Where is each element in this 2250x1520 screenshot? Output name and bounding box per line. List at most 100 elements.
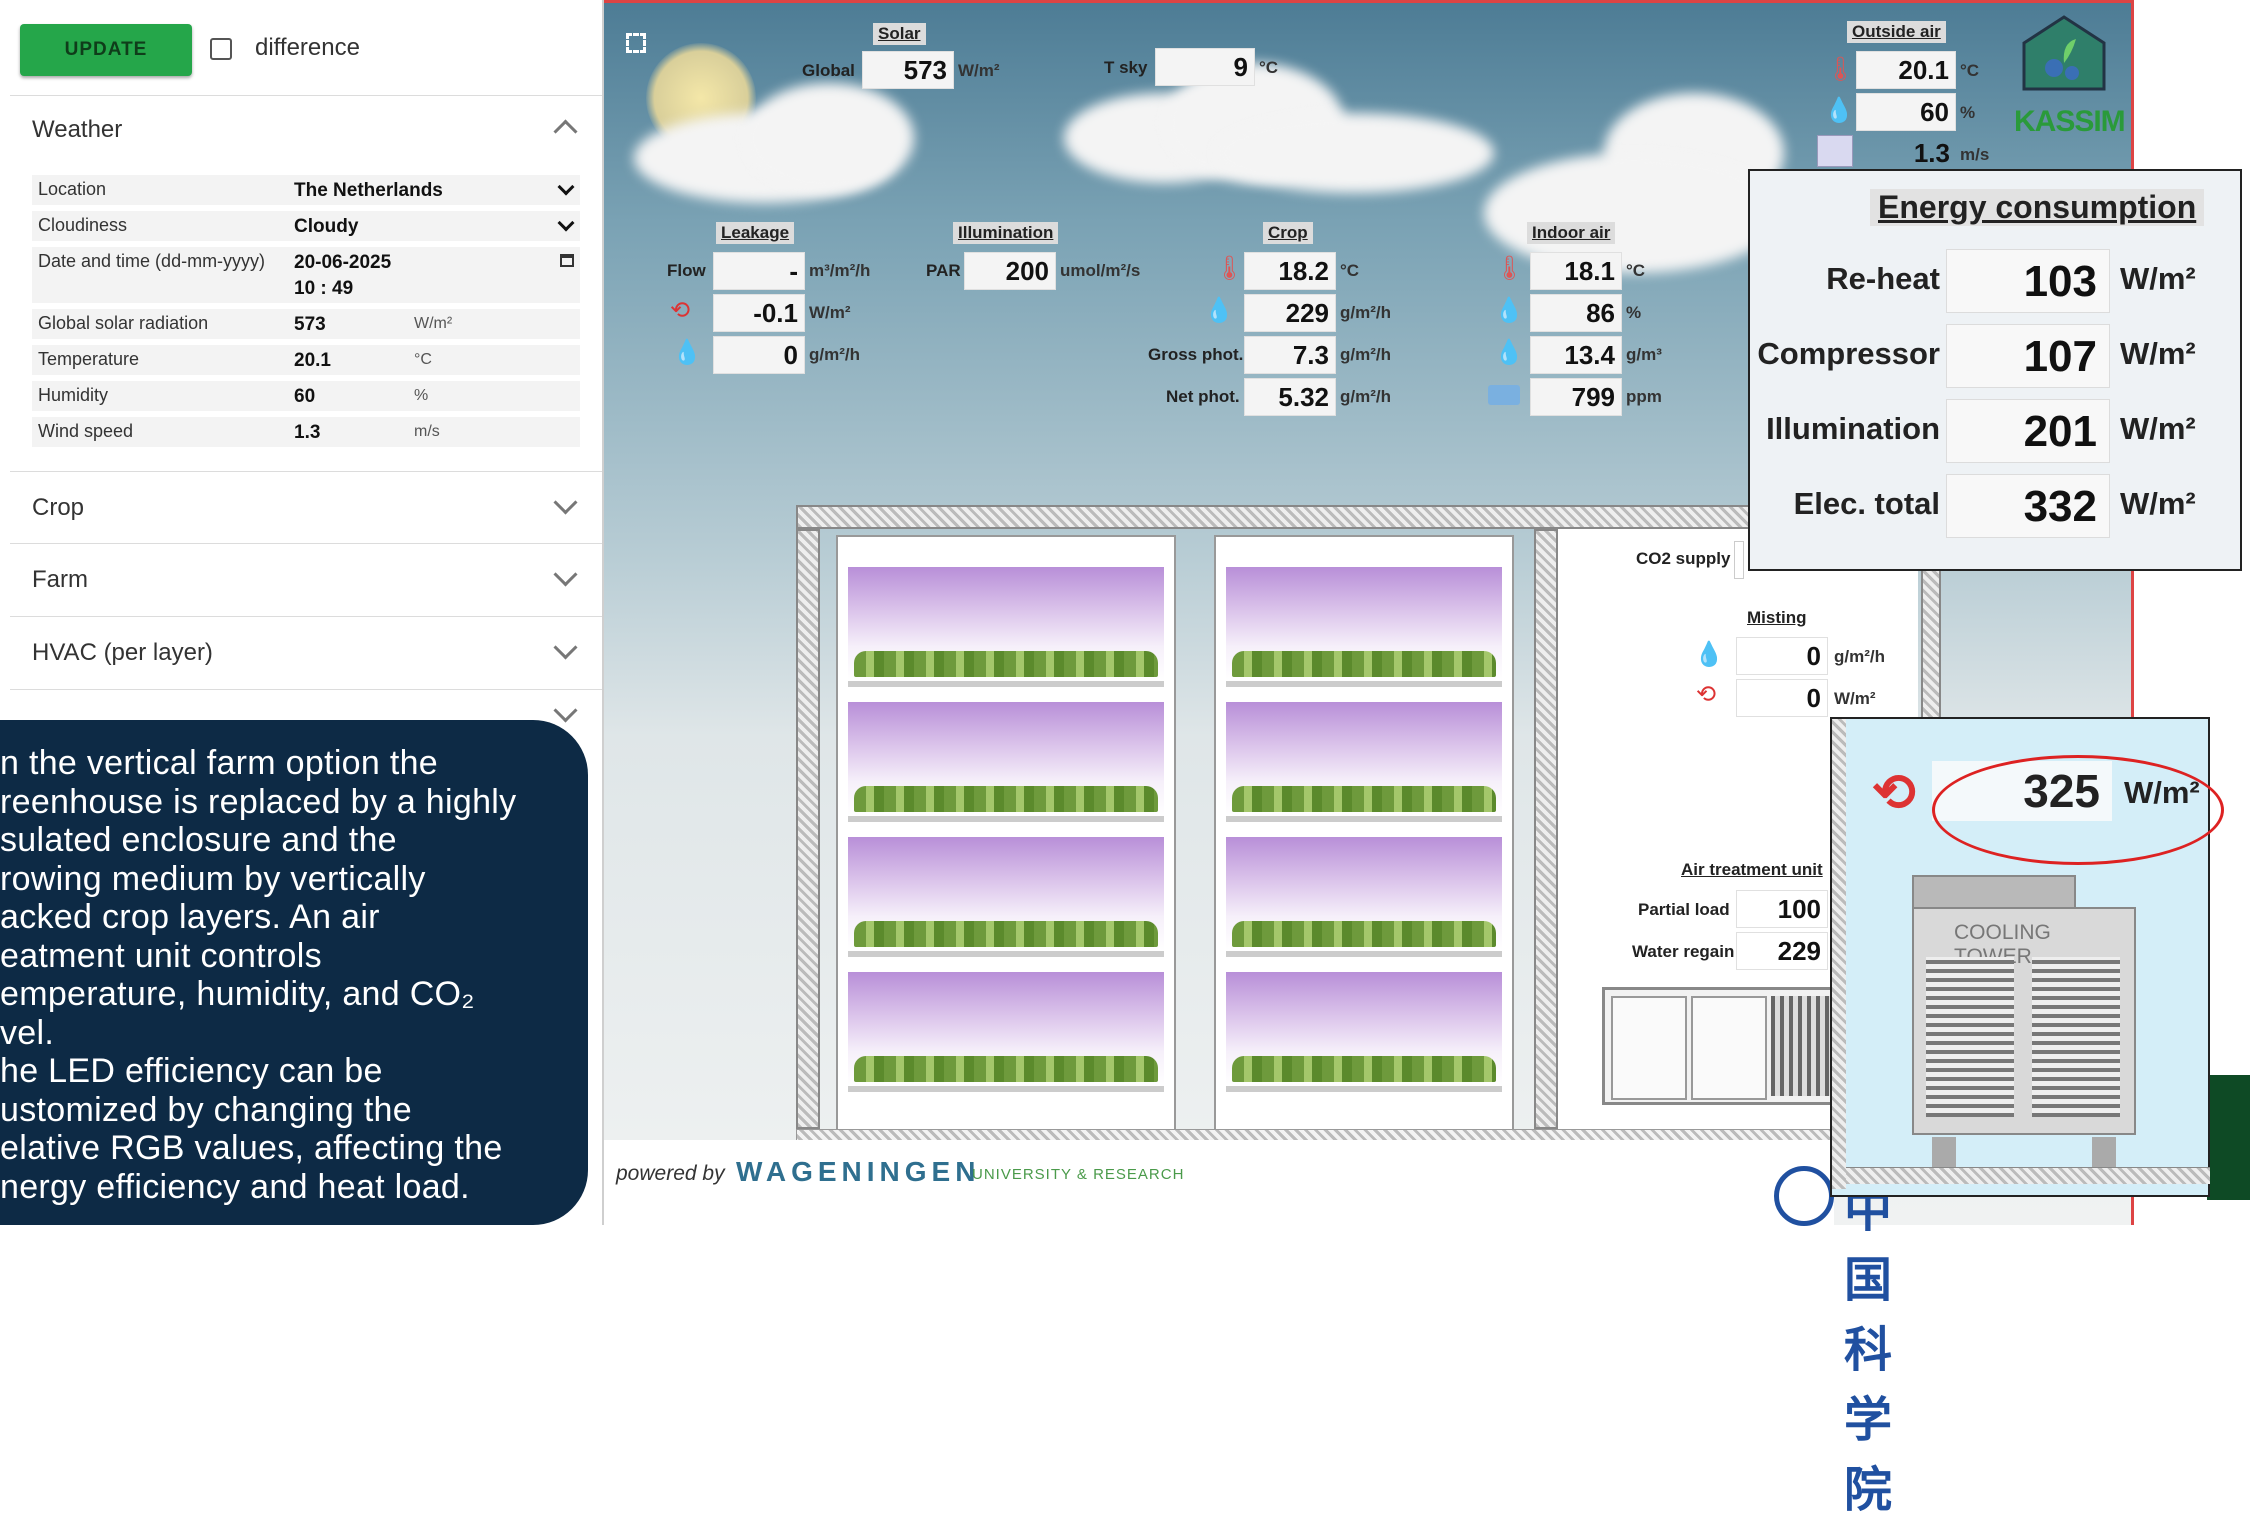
calendar-icon[interactable] <box>560 254 574 267</box>
thermometer-icon: 🌡 <box>1825 56 1856 83</box>
crop-section-title: Crop <box>32 494 85 521</box>
net-phot-unit: g/m²/h <box>1340 387 1391 406</box>
weather-row-location[interactable]: Location The Netherlands <box>32 175 580 205</box>
leakage-title: Leakage <box>716 222 795 244</box>
thermometer-icon: 🌡 <box>1494 255 1525 282</box>
fullscreen-icon[interactable] <box>626 33 646 53</box>
solar-input[interactable]: 573 <box>294 314 326 336</box>
tsky-unit: °C <box>1259 58 1279 77</box>
chevron-down-icon <box>553 635 578 660</box>
heat-exchange-icon: ⟲ <box>1696 681 1717 708</box>
plants <box>854 651 1158 677</box>
outside-temp-value: 20.1 <box>1856 51 1956 89</box>
solar-title: Solar <box>873 23 926 45</box>
crop-layer <box>1226 702 1502 822</box>
indoor-temp-unit: °C <box>1626 261 1646 280</box>
elec-total-label: Elec. total <box>1793 486 1940 521</box>
leakage-heat-value: -0.1 <box>713 294 805 332</box>
illumination-energy-value: 201 <box>1946 399 2110 463</box>
wind-unit: m/s <box>414 423 440 440</box>
par-unit: umol/m²/s <box>1060 261 1141 280</box>
wind-input[interactable]: 1.3 <box>294 422 320 444</box>
chevron-up-icon <box>553 119 578 144</box>
indoor-rh-unit: % <box>1626 303 1642 322</box>
unit-panel <box>1691 996 1767 1100</box>
misting-title: Misting <box>1747 608 1807 627</box>
crop-temp-value: 18.2 <box>1244 252 1336 290</box>
kassim-logo: KASSIM <box>2014 13 2126 138</box>
plants <box>854 786 1158 812</box>
chevron-down-icon[interactable] <box>557 178 575 196</box>
tower-grille <box>2032 957 2120 1117</box>
plants <box>1232 651 1496 677</box>
misting-water-unit: g/m²/h <box>1834 647 1885 666</box>
date-value: 20-06-2025 <box>294 252 392 273</box>
outside-humidity-unit: % <box>1960 103 1976 122</box>
wind-label: Wind speed <box>38 421 134 441</box>
crop-rack-left <box>836 535 1176 1135</box>
tsky-label: T sky <box>1104 58 1148 77</box>
weather-row-temperature[interactable]: Temperature 20.1 °C <box>32 345 580 375</box>
flow-label: Flow <box>667 261 706 280</box>
weather-row-humidity[interactable]: Humidity 60 % <box>32 381 580 411</box>
chevron-down-icon <box>553 698 578 723</box>
update-button[interactable]: UPDATE <box>20 24 192 76</box>
unit-panel <box>1611 996 1687 1100</box>
humidity-input[interactable]: 60 <box>294 386 315 408</box>
par-value: 200 <box>964 252 1056 290</box>
cas-emblem-icon <box>1774 1166 1834 1226</box>
footer: powered by WAGENINGEN UNIVERSITY & RESEA… <box>604 1140 1892 1517</box>
crop-section-header[interactable]: Crop <box>10 471 602 543</box>
temperature-input[interactable]: 20.1 <box>294 350 331 372</box>
outside-air-title: Outside air <box>1847 21 1946 43</box>
crop-layer <box>1226 837 1502 957</box>
droplet-icon: 💧 <box>672 339 702 366</box>
par-label: PAR <box>926 261 961 280</box>
weather-row-cloudiness[interactable]: Cloudiness Cloudy <box>32 211 580 241</box>
cloudiness-value: Cloudy <box>294 216 359 237</box>
crop-temp-unit: °C <box>1340 261 1360 280</box>
crop-transp-value: 229 <box>1244 294 1336 332</box>
cas-logo-text: 中国科学院 <box>1844 1184 1897 1517</box>
droplet-icon: 💧 <box>1494 339 1524 366</box>
temperature-label: Temperature <box>38 349 140 369</box>
cloud-shape <box>1214 113 1494 193</box>
wageningen-subtitle: UNIVERSITY & RESEARCH <box>972 1166 1185 1183</box>
illumination-energy-unit: W/m² <box>2120 411 2196 446</box>
farm-section-header[interactable]: Farm <box>10 543 602 615</box>
compressor-label: Compressor <box>1757 336 1940 371</box>
gross-phot-unit: g/m²/h <box>1340 345 1391 364</box>
partial-load-label: Partial load <box>1638 900 1730 919</box>
indoor-abs-hum-value: 13.4 <box>1530 336 1622 374</box>
misting-energy-unit: W/m² <box>1834 689 1876 708</box>
co2-supply-label: CO2 supply <box>1636 549 1731 568</box>
tower-leg <box>1932 1137 1956 1167</box>
tower-leg <box>2092 1137 2116 1167</box>
net-phot-value: 5.32 <box>1244 378 1336 416</box>
leakage-flow-unit: m³/m²/h <box>809 261 871 280</box>
hvac-section-header[interactable]: HVAC (per layer) <box>10 616 602 688</box>
energy-consumption-panel: Energy consumption Re-heat 103 W/m² Comp… <box>1748 169 2242 571</box>
chevron-down-icon[interactable] <box>557 214 575 232</box>
wind-icon <box>1817 135 1853 167</box>
water-regain-label: Water regain <box>1632 942 1735 961</box>
info-tooltip: n the vertical farm option the reenhouse… <box>0 720 588 1225</box>
illumination-energy-label: Illumination <box>1766 411 1940 446</box>
powered-by-label: powered by <box>616 1162 725 1185</box>
difference-checkbox[interactable] <box>210 38 232 60</box>
misting-energy-value: 0 <box>1736 679 1828 717</box>
weather-row-wind[interactable]: Wind speed 1.3 m/s <box>32 417 580 447</box>
weather-row-datetime[interactable]: Date and time (dd-mm-yyyy) 20-06-2025 10… <box>32 247 580 303</box>
weather-row-solar[interactable]: Global solar radiation 573 W/m² <box>32 309 580 339</box>
transpiration-icon: 💧 <box>1204 297 1234 324</box>
tower-grille <box>1926 957 2014 1117</box>
highlight-ring <box>1932 755 2224 865</box>
water-regain-value: 229 <box>1736 932 1828 970</box>
green-edge-bar <box>2207 1075 2250 1200</box>
weather-section-header[interactable]: Weather <box>10 95 602 165</box>
elec-total-value: 332 <box>1946 474 2110 538</box>
crop-layer <box>1226 972 1502 1092</box>
unit-grille <box>1771 996 1837 1096</box>
global-solar-value: 573 <box>862 51 954 89</box>
leakage-flow-value: - <box>713 252 805 290</box>
